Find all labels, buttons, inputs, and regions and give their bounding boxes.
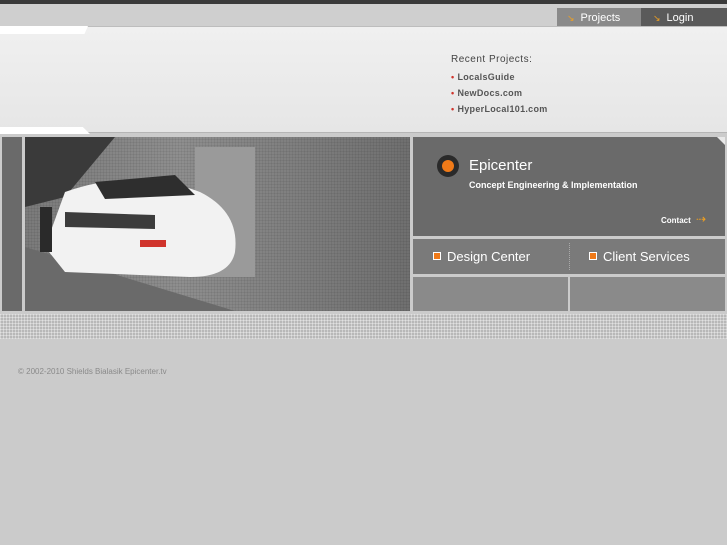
arrow-icon: ↘ — [653, 13, 661, 23]
recent-project-link[interactable]: • LocalsGuide — [451, 69, 548, 85]
textured-divider — [0, 314, 727, 339]
login-tab[interactable]: ↘ Login — [641, 8, 727, 28]
epicenter-panel: Epicenter Concept Engineering & Implemen… — [413, 137, 725, 236]
contact-arrow-icon[interactable]: ⇢ — [696, 212, 706, 226]
recent-projects-title: Recent Projects: — [451, 54, 533, 65]
recent-project-link[interactable]: • HyperLocal101.com — [451, 101, 548, 117]
design-center-button[interactable]: Design Center — [433, 249, 530, 264]
bullet-icon: • — [451, 88, 455, 98]
page-corner-icon — [717, 137, 725, 145]
copyright-text: © 2002-2010 Shields Bialasik Epicenter.t… — [18, 367, 167, 376]
train-photo — [25, 137, 410, 311]
bullet-icon: • — [451, 72, 455, 82]
arrow-icon: ↘ — [567, 13, 575, 23]
banner-notch-bottom — [0, 127, 90, 134]
bullet-icon: • — [451, 104, 455, 114]
square-bullet-icon — [589, 252, 597, 260]
top-navigation: ↘ Projects ↘ Login — [0, 4, 727, 28]
square-bullet-icon — [433, 252, 441, 260]
contact-link[interactable]: Contact — [661, 216, 691, 225]
banner-notch-top — [0, 26, 88, 34]
epicenter-logo-icon — [437, 155, 459, 177]
divider — [569, 243, 570, 270]
services-bar: Design Center Client Services — [413, 239, 725, 274]
projects-tab[interactable]: ↘ Projects — [557, 8, 641, 28]
login-tab-label: Login — [666, 12, 694, 24]
recent-project-link[interactable]: • NewDocs.com — [451, 85, 548, 101]
train-image — [25, 137, 255, 311]
client-services-button[interactable]: Client Services — [589, 249, 690, 264]
recent-projects: Recent Projects: • LocalsGuide • NewDocs.c… — [451, 54, 548, 117]
photo-side-strip — [2, 137, 22, 311]
header-banner — [0, 26, 727, 133]
epicenter-title: Epicenter — [469, 157, 533, 174]
epicenter-subtitle: Concept Engineering & Implementation — [469, 180, 638, 190]
empty-panel-left — [413, 277, 568, 311]
empty-panel-right — [570, 277, 725, 311]
projects-tab-label: Projects — [580, 12, 621, 24]
